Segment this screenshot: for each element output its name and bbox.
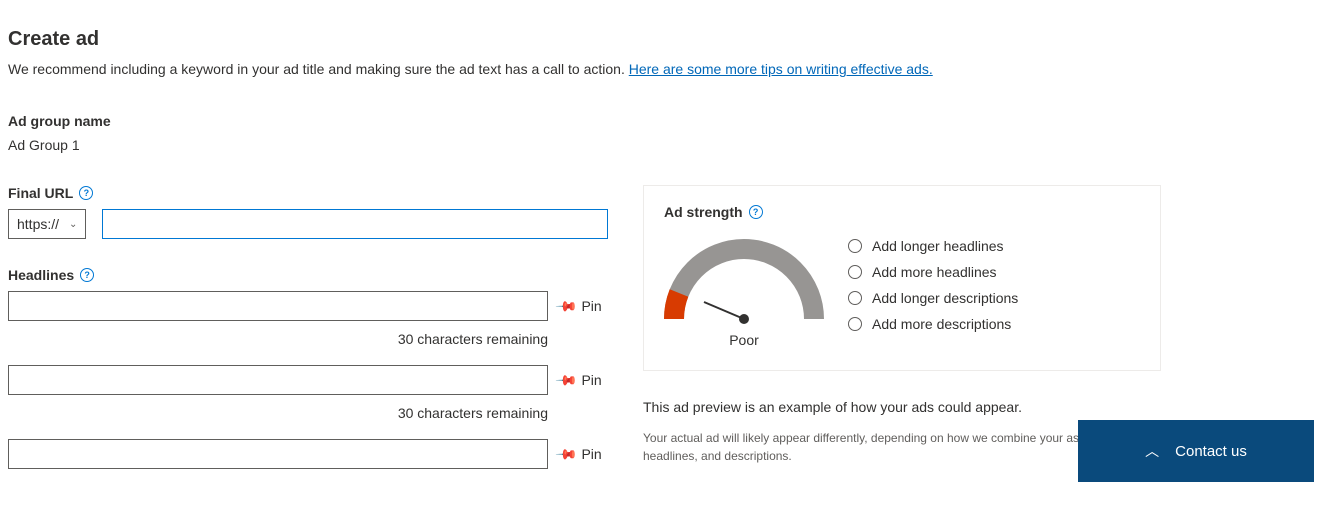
suggestion-item: Add longer descriptions xyxy=(848,290,1018,306)
final-url-input[interactable] xyxy=(102,209,608,239)
protocol-select[interactable]: https:// ⌄ xyxy=(8,209,86,239)
info-icon[interactable]: ? xyxy=(749,205,763,219)
contact-label: Contact us xyxy=(1175,443,1247,460)
suggestion-item: Add more descriptions xyxy=(848,316,1018,332)
subtitle-text: We recommend including a keyword in your… xyxy=(8,61,629,77)
pin-icon: 📌 xyxy=(555,294,579,318)
pin-button-2[interactable]: 📌 Pin xyxy=(558,372,602,389)
headline-input-3[interactable] xyxy=(8,439,548,469)
pin-label: Pin xyxy=(581,298,601,314)
preview-text: This ad preview is an example of how you… xyxy=(643,399,1161,415)
ad-strength-title: Ad strength xyxy=(664,204,743,220)
pin-button-1[interactable]: 📌 Pin xyxy=(558,298,602,315)
headline-input-2[interactable] xyxy=(8,365,548,395)
ad-strength-card: Ad strength ? Poor Add longer headlines … xyxy=(643,185,1161,371)
pin-button-3[interactable]: 📌 Pin xyxy=(558,446,602,463)
info-icon[interactable]: ? xyxy=(79,186,93,200)
headlines-label-text: Headlines xyxy=(8,267,74,283)
suggestion-text: Add more headlines xyxy=(872,264,997,280)
circle-icon xyxy=(848,317,862,331)
final-url-label-text: Final URL xyxy=(8,185,73,201)
ad-group-label: Ad group name xyxy=(8,113,1312,129)
headline-counter-1: 30 characters remaining xyxy=(8,331,548,347)
protocol-value: https:// xyxy=(17,216,59,232)
headline-counter-2: 30 characters remaining xyxy=(8,405,548,421)
ad-strength-rating: Poor xyxy=(729,332,759,348)
headline-input-1[interactable] xyxy=(8,291,548,321)
pin-icon: 📌 xyxy=(555,368,579,392)
headlines-label: Headlines ? xyxy=(8,267,608,283)
pin-label: Pin xyxy=(581,446,601,462)
final-url-label: Final URL ? xyxy=(8,185,608,201)
chevron-down-icon: ⌄ xyxy=(69,219,77,230)
page-subtitle: We recommend including a keyword in your… xyxy=(8,61,1312,77)
suggestion-item: Add more headlines xyxy=(848,264,1018,280)
pin-icon: 📌 xyxy=(555,442,579,466)
circle-icon xyxy=(848,265,862,279)
chevron-up-icon: ︿ xyxy=(1145,441,1159,461)
circle-icon xyxy=(848,291,862,305)
gauge-icon xyxy=(664,234,824,324)
suggestion-item: Add longer headlines xyxy=(848,238,1018,254)
suggestion-text: Add more descriptions xyxy=(872,316,1011,332)
tips-link[interactable]: Here are some more tips on writing effec… xyxy=(629,61,933,77)
circle-icon xyxy=(848,239,862,253)
ad-group-value: Ad Group 1 xyxy=(8,137,1312,153)
suggestion-text: Add longer descriptions xyxy=(872,290,1018,306)
info-icon[interactable]: ? xyxy=(80,268,94,282)
pin-label: Pin xyxy=(581,372,601,388)
contact-us-button[interactable]: ︿ Contact us xyxy=(1078,420,1314,482)
page-title: Create ad xyxy=(8,28,1312,51)
suggestion-text: Add longer headlines xyxy=(872,238,1004,254)
